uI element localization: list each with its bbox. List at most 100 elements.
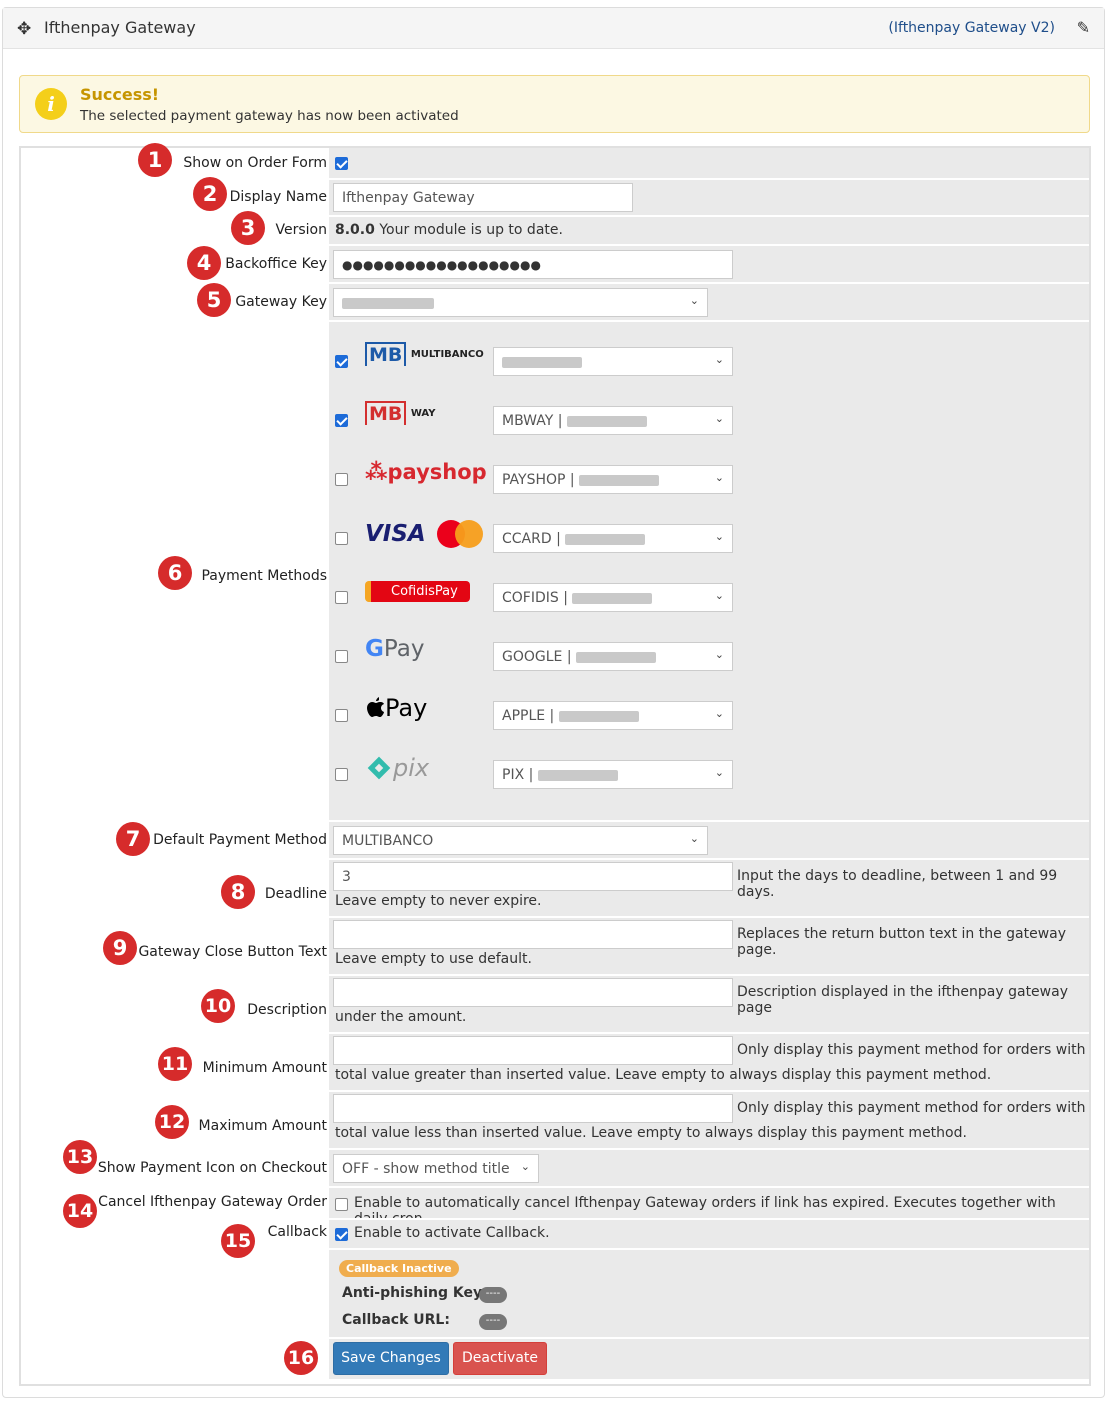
multibanco-select[interactable]: ⌄ <box>493 347 733 376</box>
description-label: Description <box>247 1002 327 1018</box>
mbway-checkbox[interactable] <box>335 414 348 427</box>
row-actions: 16 Save Changes Deactivate <box>21 1337 1089 1379</box>
display-name-input[interactable]: Ifthenpay Gateway <box>333 183 633 212</box>
row-gateway-key: 5 Gateway Key ⌄ <box>21 282 1089 320</box>
show-on-order-form-label: Show on Order Form <box>183 155 327 171</box>
show-on-order-form-checkbox[interactable] <box>335 157 348 170</box>
apple-checkbox[interactable] <box>335 709 348 722</box>
pix-checkbox[interactable] <box>335 768 348 781</box>
minimum-amount-label: Minimum Amount <box>202 1060 327 1076</box>
default-payment-method-label: Default Payment Method <box>153 832 327 848</box>
alert-heading: Success! <box>80 85 160 104</box>
settings-form: 1 Show on Order Form 2 Display Name Ifth… <box>19 143 1091 1386</box>
default-payment-method-select[interactable]: MULTIBANCO ⌄ <box>333 826 708 855</box>
ccard-select[interactable]: CCARD | ⌄ <box>493 524 733 553</box>
backoffice-key-label: Backoffice Key <box>225 256 327 272</box>
success-alert: i Success! The selected payment gateway … <box>19 75 1090 133</box>
chevron-down-icon: ⌄ <box>714 353 724 366</box>
show-payment-icon-select[interactable]: OFF - show method title ⌄ <box>333 1154 539 1183</box>
version-status: Your module is up to date. <box>379 222 563 238</box>
row-minimum-amount: 11 Minimum Amount Only display this paym… <box>21 1032 1089 1090</box>
google-select[interactable]: GOOGLE | ⌄ <box>493 642 733 671</box>
maximum-amount-input[interactable] <box>333 1094 733 1123</box>
payment-methods-label: Payment Methods <box>201 568 327 584</box>
cancel-order-checkbox[interactable] <box>335 1198 348 1211</box>
row-default-payment-method: 7 Default Payment Method MULTIBANCO ⌄ <box>21 820 1089 858</box>
apple-icon <box>367 697 384 717</box>
deadline-label: Deadline <box>264 886 327 902</box>
version-link[interactable]: (Ifthenpay Gateway V2) <box>888 20 1055 36</box>
pix-logo: pix <box>365 754 429 782</box>
gateway-key-select[interactable]: ⌄ <box>333 288 708 317</box>
chevron-down-icon: ⌄ <box>714 530 724 543</box>
row-cancel-order: 14 Cancel Ifthenpay Gateway Order Enable… <box>21 1186 1089 1228</box>
callback-status-badge: Callback Inactive <box>339 1260 459 1277</box>
alert-message: The selected payment gateway has now bee… <box>80 108 459 124</box>
panel-title: Ifthenpay Gateway <box>44 18 196 37</box>
row-version: 3 Version 8.0.0 Your module is up to dat… <box>21 211 1089 245</box>
minimum-amount-help: Only display this payment method for ord… <box>737 1042 1086 1058</box>
panel-header: ✥ Ifthenpay Gateway (Ifthenpay Gateway V… <box>3 8 1104 49</box>
maximum-amount-help-2: total value less than inserted value. Le… <box>335 1125 967 1141</box>
callback-text: Enable to activate Callback. <box>354 1225 550 1241</box>
deadline-input[interactable]: 3 <box>333 862 733 891</box>
mbway-select[interactable]: MBWAY | ⌄ <box>493 406 733 435</box>
google-checkbox[interactable] <box>335 650 348 663</box>
anti-phishing-value: ---- <box>479 1287 507 1303</box>
cofidis-logo: CofidisPay <box>365 581 470 602</box>
backoffice-key-input[interactable]: ●●●●●●●●●●●●●●●●●●● <box>333 250 733 279</box>
apple-pay-logo: Pay <box>365 694 427 722</box>
row-maximum-amount: 12 Maximum Amount Only display this paym… <box>21 1090 1089 1148</box>
deactivate-button[interactable]: Deactivate <box>453 1342 547 1375</box>
pix-select[interactable]: PIX | ⌄ <box>493 760 733 789</box>
show-payment-icon-label: Show Payment Icon on Checkout <box>97 1160 327 1176</box>
row-show-on-order-form: 1 Show on Order Form <box>21 143 1089 178</box>
chevron-down-icon: ⌄ <box>714 707 724 720</box>
pix-icon <box>367 756 391 780</box>
description-help-2: under the amount. <box>335 1009 467 1025</box>
move-icon[interactable]: ✥ <box>17 19 31 39</box>
payshop-checkbox[interactable] <box>335 473 348 486</box>
payshop-logo: ⁂payshop <box>365 460 487 485</box>
callback-url-value: ---- <box>479 1314 507 1330</box>
row-callback: 15 Callback Enable to activate Callback. <box>21 1218 1089 1258</box>
save-changes-button[interactable]: Save Changes <box>333 1342 449 1375</box>
minimum-amount-input[interactable] <box>333 1036 733 1065</box>
chevron-down-icon: ⌄ <box>714 766 724 779</box>
row-display-name: 2 Display Name Ifthenpay Gateway <box>21 177 1089 215</box>
callback-url-label: Callback URL: <box>342 1312 450 1328</box>
close-button-text-help: Replaces the return button text in the g… <box>737 926 1067 958</box>
edit-icon[interactable]: ✎ <box>1077 18 1090 37</box>
description-input[interactable] <box>333 978 733 1007</box>
chevron-down-icon: ⌄ <box>714 412 724 425</box>
anti-phishing-label: Anti-phishing Key: <box>342 1285 488 1301</box>
cofidis-select[interactable]: COFIDIS | ⌄ <box>493 583 733 612</box>
row-description: 10 Description Description displayed in … <box>21 974 1089 1032</box>
apple-select[interactable]: APPLE | ⌄ <box>493 701 733 730</box>
marker-16: 16 <box>284 1341 318 1375</box>
payshop-select[interactable]: PAYSHOP | ⌄ <box>493 465 733 494</box>
chevron-down-icon: ⌄ <box>714 471 724 484</box>
chevron-down-icon: ⌄ <box>714 589 724 602</box>
chevron-down-icon: ⌄ <box>520 1160 530 1173</box>
maximum-amount-label: Maximum Amount <box>198 1118 327 1134</box>
visa-mastercard-logo: VISA <box>365 520 483 548</box>
mastercard-icon <box>437 520 483 548</box>
version-number: 8.0.0 <box>335 222 375 238</box>
callback-checkbox[interactable] <box>335 1228 348 1241</box>
deadline-help-2: Leave empty to never expire. <box>335 893 542 909</box>
description-help: Description displayed in the ifthenpay g… <box>737 984 1068 1016</box>
version-label: Version <box>275 222 327 238</box>
display-name-label: Display Name <box>229 189 327 205</box>
cancel-order-label: Cancel Ifthenpay Gateway Order <box>98 1194 327 1210</box>
row-show-payment-icon: 13 Show Payment Icon on Checkout OFF - s… <box>21 1140 1089 1186</box>
chevron-down-icon: ⌄ <box>689 832 699 845</box>
payshop-icon: ⁂ <box>365 460 388 485</box>
row-close-button-text: 9 Gateway Close Button Text Replaces the… <box>21 916 1089 974</box>
maximum-amount-help: Only display this payment method for ord… <box>737 1100 1086 1116</box>
ccard-checkbox[interactable] <box>335 532 348 545</box>
multibanco-checkbox[interactable] <box>335 355 348 368</box>
multibanco-logo: MB MULTIBANCO <box>365 342 484 366</box>
close-button-text-input[interactable] <box>333 920 733 949</box>
cofidis-checkbox[interactable] <box>335 591 348 604</box>
